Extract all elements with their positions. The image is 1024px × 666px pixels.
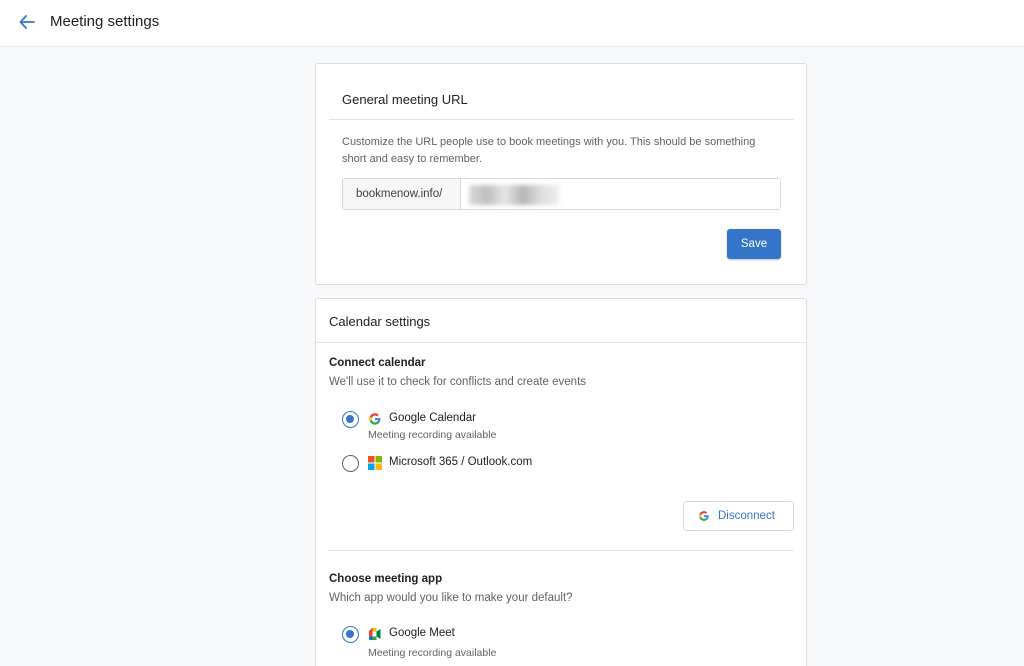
microsoft-icon: [368, 456, 382, 470]
url-prefix: bookmenow.info/: [343, 179, 461, 209]
save-button[interactable]: Save: [727, 229, 781, 259]
option-label-microsoft-365: Microsoft 365 / Outlook.com: [389, 456, 533, 468]
google-meet-icon: [369, 628, 381, 640]
disconnect-label: Disconnect: [718, 510, 775, 522]
calendar-settings-card: Calendar settings Connect calendar We'll…: [315, 298, 807, 666]
meeting-app-subtitle: Which app would you like to make your de…: [329, 592, 573, 604]
google-icon: [699, 511, 709, 521]
page-title: Meeting settings: [50, 13, 160, 30]
url-input-wrapper: [461, 179, 780, 209]
option-sub-google-calendar: Meeting recording available: [368, 429, 497, 441]
top-bar: Meeting settings: [0, 0, 1024, 47]
divider: [316, 342, 806, 343]
general-url-card: General meeting URL Customize the URL pe…: [315, 63, 807, 285]
divider: [329, 550, 794, 551]
card-heading: General meeting URL: [342, 92, 468, 107]
google-icon: [369, 413, 381, 425]
meeting-app-title: Choose meeting app: [329, 573, 443, 585]
option-label-google-calendar: Google Calendar: [389, 412, 476, 424]
redacted-url-value: [469, 185, 559, 205]
arrow-left-icon: [19, 15, 35, 29]
url-description: Customize the URL people use to book mee…: [342, 136, 756, 165]
url-field-group: bookmenow.info/: [342, 178, 781, 210]
option-sub-google-meet: Meeting recording available: [368, 647, 497, 659]
radio-google-calendar[interactable]: [342, 411, 359, 428]
connect-calendar-title: Connect calendar: [329, 357, 426, 369]
option-label-google-meet: Google Meet: [389, 627, 455, 639]
divider: [329, 119, 794, 120]
card-heading: Calendar settings: [329, 314, 431, 329]
back-button[interactable]: [14, 10, 40, 34]
connect-calendar-subtitle: We'll use it to check for conflicts and …: [329, 376, 587, 388]
radio-microsoft-365[interactable]: [342, 455, 359, 472]
disconnect-button[interactable]: Disconnect: [683, 501, 794, 531]
radio-google-meet[interactable]: [342, 626, 359, 643]
